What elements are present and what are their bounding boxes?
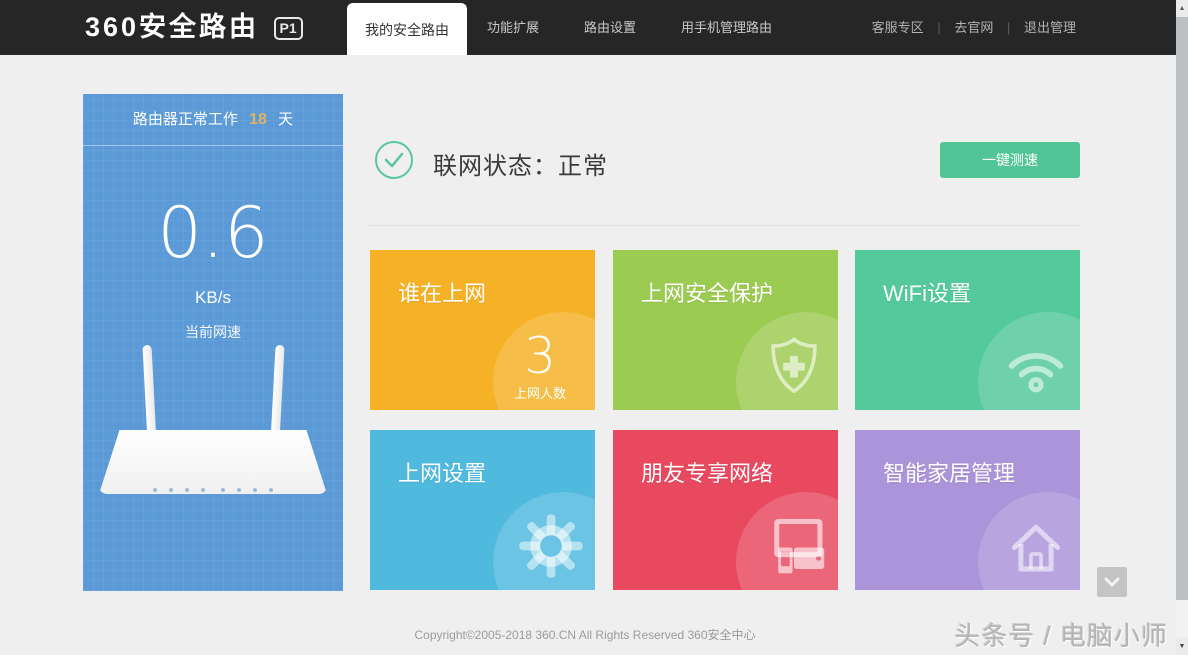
home-icon <box>1000 510 1072 582</box>
vertical-scrollbar[interactable]: ▲ ▼ <box>1176 0 1188 655</box>
current-speed-unit: KB/s <box>83 288 343 308</box>
tab-feature-extensions[interactable]: 功能扩展 <box>487 0 539 55</box>
tile-wifi-settings[interactable]: WiFi设置 <box>855 250 1080 410</box>
feature-tiles: 谁在上网 3 上网人数 上网安全保护 WiFi设置 <box>370 250 1082 590</box>
tile-title: 谁在上网 <box>398 276 486 308</box>
online-users-stat: 3 上网人数 <box>495 330 585 403</box>
tab-manage-by-phone[interactable]: 用手机管理路由 <box>681 0 772 55</box>
tile-title: 智能家居管理 <box>883 456 1015 488</box>
scrollbar-thumb[interactable] <box>1176 17 1188 600</box>
top-nav: 360安全路由 P1 我的安全路由 功能扩展 路由设置 用手机管理路由 客服专区… <box>0 0 1188 55</box>
shield-plus-icon <box>758 330 830 402</box>
router-leds <box>83 479 343 497</box>
devices-icon <box>758 510 830 582</box>
link-logout[interactable]: 退出管理 <box>1024 20 1076 35</box>
online-users-count: 3 <box>495 330 585 383</box>
scrollbar-up-arrow-icon[interactable]: ▲ <box>1176 0 1188 17</box>
tile-internet-settings[interactable]: 上网设置 <box>370 430 595 590</box>
router-admin-page: 360安全路由 P1 我的安全路由 功能扩展 路由设置 用手机管理路由 客服专区… <box>0 0 1188 655</box>
header-links: 客服专区 | 去官网 | 退出管理 <box>872 0 1076 55</box>
tab-router-settings[interactable]: 路由设置 <box>584 0 636 55</box>
uptime-prefix: 路由器正常工作 <box>133 111 238 128</box>
logo-text: 360安全路由 <box>85 12 259 42</box>
link-separator: | <box>937 20 940 35</box>
link-official-site[interactable]: 去官网 <box>954 20 993 35</box>
scroll-down-button[interactable] <box>1097 567 1127 597</box>
router-antenna-left <box>142 345 156 443</box>
tile-who-is-online[interactable]: 谁在上网 3 上网人数 <box>370 250 595 410</box>
router-status-panel: 路由器正常工作 18 天 0.6 KB/s 当前网速 <box>83 94 343 591</box>
tile-guest-network[interactable]: 朋友专享网络 <box>613 430 838 590</box>
tile-title: 上网设置 <box>398 456 486 488</box>
tab-my-secure-router[interactable]: 我的安全路由 <box>347 3 467 55</box>
logo-model-badge: P1 <box>274 17 303 40</box>
link-separator: | <box>1007 20 1010 35</box>
link-customer-service[interactable]: 客服专区 <box>872 20 924 35</box>
wifi-icon <box>1000 330 1072 402</box>
watermark-text: 头条号 / 电脑小师 <box>954 616 1168 653</box>
uptime-days: 18 <box>249 111 267 128</box>
uptime-line: 路由器正常工作 18 天 <box>83 94 343 146</box>
online-users-label: 上网人数 <box>495 383 585 402</box>
current-speed-label: 当前网速 <box>83 322 343 342</box>
tile-security-protection[interactable]: 上网安全保护 <box>613 250 838 410</box>
logo: 360安全路由 P1 <box>85 0 303 55</box>
scrollbar-down-arrow-icon[interactable]: ▼ <box>1176 638 1188 655</box>
speed-test-button[interactable]: 一键测速 <box>940 142 1080 178</box>
router-illustration <box>83 345 343 515</box>
router-antenna-right <box>270 345 284 443</box>
tile-smart-home[interactable]: 智能家居管理 <box>855 430 1080 590</box>
tile-title: 朋友专享网络 <box>641 456 773 488</box>
tile-title: 上网安全保护 <box>641 276 773 308</box>
connection-status-text: 联网状态：正常 <box>433 146 608 181</box>
chevron-down-icon <box>1097 567 1127 597</box>
current-speed-value: 0.6 <box>83 192 343 274</box>
check-circle-icon <box>374 140 414 180</box>
uptime-suffix: 天 <box>278 111 293 128</box>
tile-title: WiFi设置 <box>883 276 971 308</box>
gear-icon <box>515 510 587 582</box>
section-divider <box>368 225 1081 226</box>
